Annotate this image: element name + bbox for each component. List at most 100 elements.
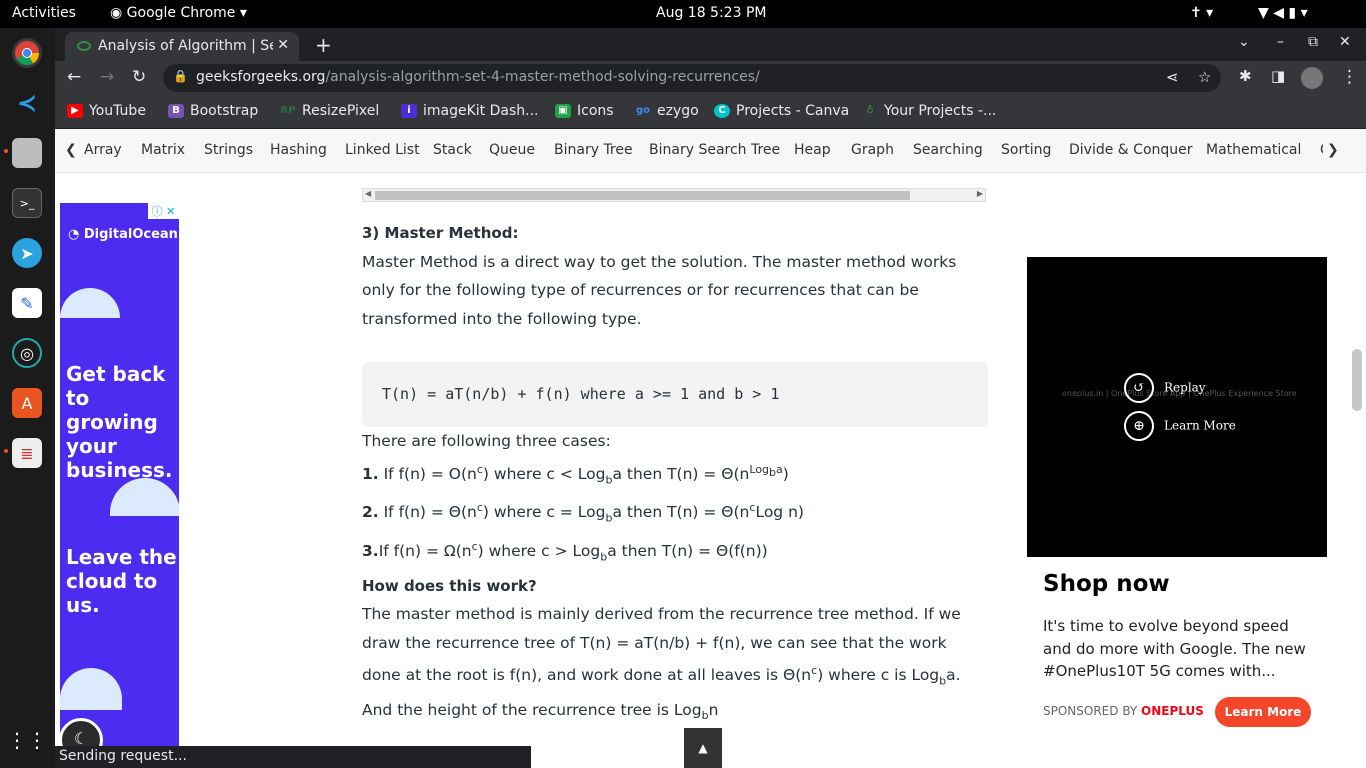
tab-search-icon[interactable]: ⌄ (1238, 34, 1250, 50)
system-status-icons[interactable]: ▼ ◀ ▮ ▾ (1258, 5, 1308, 21)
files-icon[interactable] (12, 138, 42, 168)
imagekit-icon: i (401, 104, 417, 118)
ad-headline-1: Get back to growing your business. (66, 362, 173, 482)
nav-searching[interactable]: Searching (913, 142, 983, 158)
maximize-icon[interactable]: ⧉ (1308, 34, 1318, 50)
bookmark-canva[interactable]: C Projects - Canva (714, 103, 849, 119)
cloud-icon-3 (60, 668, 122, 710)
nav-matrix[interactable]: Matrix (141, 142, 185, 158)
ad-description: It's time to evolve beyond speed and do … (1043, 617, 1306, 680)
nav-array[interactable]: Array (84, 142, 122, 158)
bookmark-youtube[interactable]: ▶ YouTube (67, 103, 146, 119)
digitalocean-logo: ◔ DigitalOcean (68, 227, 178, 242)
menu-icon[interactable]: ⋮ (1341, 67, 1358, 87)
nav-hashing[interactable]: Hashing (270, 142, 327, 158)
cloud-icon-2 (110, 478, 179, 516)
url-text[interactable]: geeksforgeeks.org/analysis-algorithm-set… (196, 69, 760, 85)
icons-icon: ▣ (555, 104, 571, 118)
reload-icon[interactable]: ↻ (132, 67, 146, 87)
accessibility-icon[interactable]: ✝ ▾ (1190, 5, 1213, 21)
globe-icon: ⊕ (1124, 411, 1154, 441)
telegram-icon[interactable]: ➤ (12, 238, 42, 268)
bookmark-star-icon[interactable]: ☆ (1198, 68, 1211, 86)
tab-close-icon[interactable]: ✕ (277, 37, 289, 53)
nav-mathematical[interactable]: Mathematical (1206, 142, 1301, 158)
scroll-left-icon[interactable]: ◀ (365, 189, 371, 198)
bookmark-ezygo[interactable]: go ezygo (635, 103, 699, 119)
terminal-icon[interactable]: >_ (12, 188, 42, 218)
code-horizontal-scrollbar[interactable]: ◀ ▶ (362, 188, 986, 202)
window-close-icon[interactable]: ✕ (1339, 34, 1351, 50)
web-page: ❮ Array Matrix Strings Hashing Linked Li… (55, 129, 1366, 768)
replay-icon: ↺ (1124, 373, 1154, 403)
nav-right-chevron-icon[interactable]: ❯ (1323, 142, 1339, 158)
article-body: 3) Master Method: Master Method is a dir… (362, 219, 988, 731)
scroll-right-icon[interactable]: ▶ (977, 189, 983, 198)
bookmark-imagekit[interactable]: i imageKit Dash... (401, 103, 539, 119)
show-apps-icon[interactable]: ⋮⋮ (7, 725, 47, 755)
back-icon[interactable]: ← (67, 67, 81, 87)
scroll-to-top-button[interactable]: ▲ (684, 728, 722, 768)
nav-graph[interactable]: Graph (851, 142, 894, 158)
cases-intro: There are following three cases: (362, 432, 611, 450)
nav-heap[interactable]: Heap (794, 142, 831, 158)
nav-stack[interactable]: Stack (433, 142, 472, 158)
case-1: 1. If f(n) = O(nc) where c < Logba then … (362, 462, 789, 486)
learn-more-button[interactable]: Learn More (1215, 697, 1311, 727)
side-panel-icon[interactable]: ◨ (1271, 67, 1285, 85)
nav-sorting[interactable]: Sorting (1001, 142, 1051, 158)
nav-left-chevron-icon[interactable]: ❮ (65, 142, 77, 158)
bookmark-icons[interactable]: ▣ Icons (555, 103, 614, 119)
how-text: The master method is mainly derived from… (362, 605, 961, 723)
bookmark-bootstrap[interactable]: B Bootstrap (168, 103, 258, 119)
gnome-boxes-icon[interactable]: ≣ (12, 438, 42, 468)
vscode-icon[interactable]: ≺ (12, 88, 42, 118)
chrome-window: Analysis of Algorithm | Se ✕ + ⌄ – ⧉ ✕ ←… (55, 28, 1366, 129)
profile-avatar[interactable] (1301, 67, 1323, 89)
activities-button[interactable]: Activities (12, 5, 76, 21)
replay-button[interactable]: ↺ Replay (1124, 373, 1206, 403)
minimize-icon[interactable]: – (1277, 34, 1284, 50)
ad-headline-2: Leave the cloud to us. (66, 545, 177, 617)
page-vertical-scrollbar[interactable] (1352, 349, 1362, 411)
nav-linked-list[interactable]: Linked List (345, 142, 420, 158)
bookmark-resizepixel[interactable]: RP ResizePixel (280, 103, 379, 119)
video-ad[interactable]: oneplus.in | OnePlus Store App | OnePlus… (1027, 257, 1327, 557)
running-indicator-2 (4, 449, 8, 453)
clock[interactable]: Aug 18 5:23 PM (656, 5, 766, 21)
scroll-thumb[interactable] (375, 191, 910, 200)
chrome-icon[interactable] (12, 38, 42, 68)
status-bubble: Sending request... (55, 746, 531, 768)
video-learn-more-button[interactable]: ⊕ Learn More (1124, 411, 1236, 441)
section-heading: 3) Master Method: (362, 224, 519, 242)
gitkraken-icon[interactable]: ◎ (12, 338, 42, 368)
software-center-icon[interactable]: A (12, 388, 42, 418)
master-method-intro: Master Method is a direct way to get the… (362, 252, 957, 328)
how-heading: How does this work? (362, 576, 537, 595)
tab-active[interactable]: Analysis of Algorithm | Se ✕ (65, 32, 299, 61)
forward-icon[interactable]: → (100, 67, 114, 87)
nav-bst[interactable]: Binary Search Tree (649, 142, 780, 158)
app-menu[interactable]: ◉ Google Chrome ▾ (110, 5, 247, 21)
address-bar[interactable]: 🔒 geeksforgeeks.org/analysis-algorithm-s… (163, 64, 1221, 92)
running-indicator (4, 149, 8, 153)
youtube-icon: ▶ (67, 104, 83, 118)
share-icon[interactable]: ⋖ (1166, 68, 1179, 86)
bookmark-your-projects[interactable]: ♁ Your Projects -... (862, 103, 996, 119)
ezygo-icon: go (635, 105, 651, 116)
recurrence-code: T(n) = aT(n/b) + f(n) where a >= 1 and b… (382, 385, 780, 403)
nav-strings[interactable]: Strings (204, 142, 253, 158)
nav-divide-conquer[interactable]: Divide & Conquer (1069, 142, 1193, 158)
digitalocean-ad[interactable]: ⓘ ✕ ◔ DigitalOcean Get back to growing y… (60, 203, 179, 748)
nav-binary-tree[interactable]: Binary Tree (554, 142, 633, 158)
adchoices-icon[interactable]: ⓘ ✕ (148, 203, 179, 219)
new-tab-icon[interactable]: + (315, 33, 332, 57)
text-editor-icon[interactable]: ✎ (12, 288, 42, 318)
lock-icon[interactable]: 🔒 (173, 69, 188, 83)
bootstrap-icon: B (168, 104, 184, 118)
nav-queue[interactable]: Queue (489, 142, 535, 158)
extensions-icon[interactable]: ✱ (1239, 67, 1252, 85)
gfg-favicon-icon (77, 41, 91, 51)
tab-strip: Analysis of Algorithm | Se ✕ + ⌄ – ⧉ ✕ (55, 28, 1366, 61)
ad-title[interactable]: Shop now (1043, 571, 1170, 597)
